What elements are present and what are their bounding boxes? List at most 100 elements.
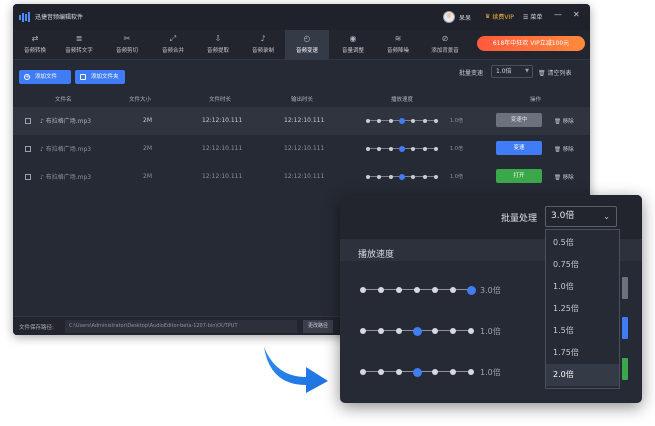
speed-option[interactable]: 1.75倍 (546, 342, 619, 364)
slider-step-dot[interactable] (388, 118, 393, 123)
slider-step-dot[interactable] (450, 287, 456, 293)
slider-step-dot[interactable] (411, 174, 416, 179)
slider-step-dot[interactable] (366, 146, 370, 151)
save-path-field[interactable]: C:\Users\Administrator\Desktop\AudioEdit… (65, 320, 297, 333)
music-note-icon: ♪ 布拉格广场.mp3 (40, 146, 92, 153)
user-account[interactable]: 呆呆 (443, 11, 471, 23)
add-folder-button[interactable]: 添加文件夹 (75, 70, 125, 84)
minimize-icon[interactable]: — (554, 10, 562, 20)
slider-step-dot[interactable] (377, 146, 382, 151)
speed-change-button-edge[interactable] (622, 277, 628, 299)
remove-button[interactable]: 🗑 移除 (554, 145, 574, 153)
slider-step-dot[interactable] (366, 174, 370, 179)
avatar[interactable] (443, 11, 455, 23)
tab-audio-to-text[interactable]: ≣ 音频转文字 (57, 30, 101, 60)
speed-option[interactable]: 1.0倍 (546, 276, 619, 298)
slider-step-dot[interactable] (360, 328, 366, 334)
speed-option[interactable]: 1.25倍 (546, 298, 619, 320)
open-file-button[interactable]: 打开 (496, 169, 542, 183)
row-checkbox[interactable] (25, 146, 31, 152)
tab-volume-adjust[interactable]: ◉ 音量调整 (331, 30, 375, 60)
remove-button[interactable]: 🗑 移除 (554, 173, 574, 181)
slider-step-dot[interactable] (388, 146, 393, 151)
slider-step-dot[interactable] (378, 369, 384, 375)
col-play-speed: 播放速度 (391, 97, 414, 103)
clear-list-button[interactable]: 🗑 清空列表 (538, 68, 572, 77)
tab-audio-speed[interactable]: ◴ 音频变速 (285, 30, 329, 60)
vip-button[interactable]: ♛ 续费VIP (485, 12, 514, 21)
slider-thumb[interactable] (398, 173, 405, 180)
slider-step-dot[interactable] (433, 174, 438, 179)
slider-step-dot[interactable] (396, 369, 402, 375)
tab-audio-extract[interactable]: ⇩ 音频提取 (196, 30, 240, 60)
slider-step-dot[interactable] (450, 328, 456, 334)
slider-step-dot[interactable] (377, 118, 382, 123)
speed-option[interactable]: 1.5倍 (546, 320, 619, 342)
slider-step-dot[interactable] (411, 118, 416, 123)
slider-step-dot[interactable] (411, 146, 416, 151)
tab-audio-record[interactable]: ♪ 音频录制 (241, 30, 285, 60)
batch-speed-select[interactable]: 1.0倍 ▼ (491, 65, 533, 78)
slider-thumb[interactable] (412, 326, 422, 336)
remove-button[interactable]: 🗑 移除 (554, 117, 574, 125)
change-path-button[interactable]: 更改路径 (303, 320, 333, 333)
slider-step-dot[interactable] (414, 287, 420, 293)
speed-slider[interactable] (366, 117, 438, 124)
tab-audio-cut[interactable]: ✂ 音频剪切 (105, 30, 149, 60)
speed-slider[interactable] (366, 173, 438, 180)
speed-change-button-edge[interactable] (622, 317, 628, 339)
tab-audio-merge[interactable]: ⤢ 音频合并 (151, 30, 195, 60)
slider-thumb[interactable] (466, 285, 476, 295)
speed-option[interactable]: 0.75倍 (546, 254, 619, 276)
file-name: 布拉格广场.mp3 (45, 146, 92, 153)
close-icon[interactable]: ✕ (573, 10, 580, 20)
slider-step-dot[interactable] (468, 328, 474, 334)
tab-add-background-music[interactable]: ⊘ 添加背景音 (423, 30, 467, 60)
speed-options-dropdown[interactable]: 0.5倍 0.75倍 1.0倍 1.25倍 1.5倍 1.75倍 2.0倍 (545, 229, 620, 389)
speed-change-button[interactable]: 变速中 (496, 113, 542, 127)
slider-thumb[interactable] (398, 145, 405, 152)
speed-option-selected[interactable]: 2.0倍 (546, 364, 619, 386)
row-checkbox[interactable] (25, 118, 31, 124)
slider-step-dot[interactable] (422, 146, 427, 151)
output-duration: 12:12:10.111 (284, 117, 325, 124)
slider-step-dot[interactable] (360, 369, 366, 375)
table-row[interactable]: ♪ 布拉格广场.mp3 2M 12:12:10.111 12:12:10.111… (13, 135, 590, 163)
user-name: 呆呆 (459, 14, 472, 22)
slider-step-dot[interactable] (422, 118, 427, 123)
open-file-button-edge[interactable] (622, 358, 628, 380)
menu-button[interactable]: ☰ 菜单 (523, 12, 542, 21)
slider-step-dot[interactable] (432, 369, 438, 375)
speed-slider-large[interactable] (360, 326, 474, 336)
table-row[interactable]: ♪ 布拉格广场.mp3 2M 12:12:10.111 12:12:10.111… (13, 107, 590, 135)
speed-slider-large[interactable] (360, 285, 476, 295)
speed-option[interactable]: 0.5倍 (546, 232, 619, 254)
slider-step-dot[interactable] (468, 369, 474, 375)
table-row[interactable]: ♪ 布拉格广场.mp3 2M 12:12:10.111 12:12:10.111… (13, 163, 590, 191)
slider-thumb[interactable] (398, 117, 405, 124)
speed-slider-large[interactable] (360, 367, 474, 377)
slider-step-dot[interactable] (360, 287, 366, 293)
slider-step-dot[interactable] (366, 118, 370, 123)
speed-change-button[interactable]: 变速 (496, 141, 542, 155)
slider-step-dot[interactable] (396, 328, 402, 334)
tab-audio-denoise[interactable]: ≋ 音频降噪 (376, 30, 420, 60)
slider-step-dot[interactable] (432, 287, 438, 293)
slider-step-dot[interactable] (433, 146, 438, 151)
slider-step-dot[interactable] (396, 287, 402, 293)
row-checkbox[interactable] (25, 174, 31, 180)
slider-step-dot[interactable] (450, 369, 456, 375)
batch-process-select[interactable]: 3.0倍 ⌄ (545, 206, 617, 227)
slider-step-dot[interactable] (377, 174, 382, 179)
speed-slider[interactable] (366, 145, 438, 152)
slider-step-dot[interactable] (378, 287, 384, 293)
slider-thumb[interactable] (412, 367, 422, 377)
promo-banner[interactable]: 618年中狂欢 VIP立减100元 (477, 36, 585, 51)
add-file-button[interactable]: + 添加文件 (19, 70, 71, 84)
slider-step-dot[interactable] (378, 328, 384, 334)
slider-step-dot[interactable] (433, 118, 438, 123)
slider-step-dot[interactable] (388, 174, 393, 179)
tab-audio-convert[interactable]: ⇄ 音频转换 (13, 30, 57, 60)
slider-step-dot[interactable] (432, 328, 438, 334)
slider-step-dot[interactable] (422, 174, 427, 179)
